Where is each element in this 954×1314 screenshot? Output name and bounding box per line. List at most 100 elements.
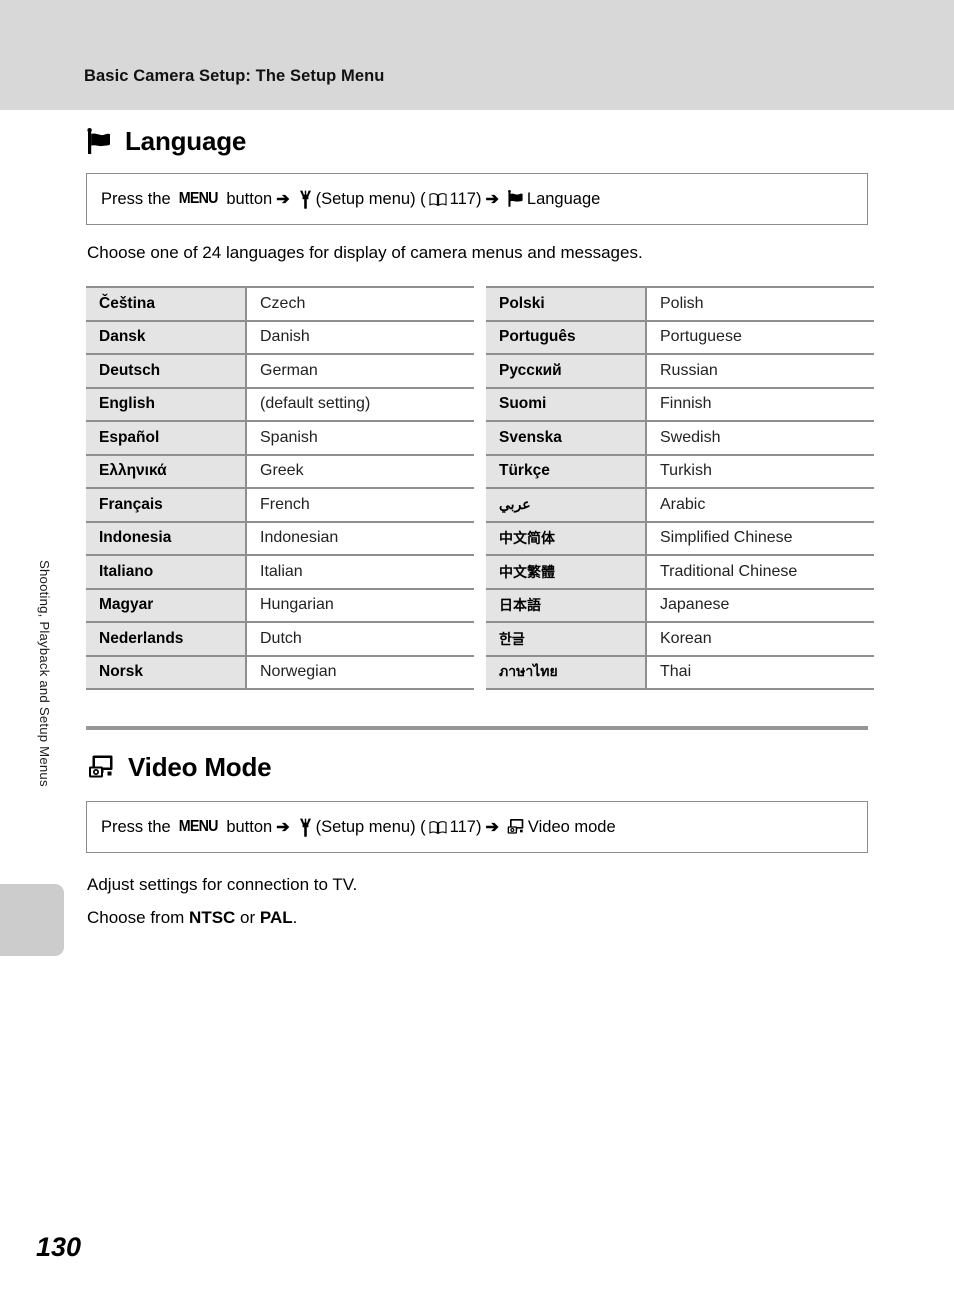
table-row: 한글 Korean bbox=[486, 621, 874, 656]
language-english-name: Czech bbox=[246, 286, 474, 321]
language-english-name: French bbox=[246, 487, 474, 522]
table-row: Español Spanish bbox=[86, 420, 474, 455]
language-native-name: 한글 bbox=[486, 621, 647, 656]
language-native-name: Nederlands bbox=[86, 621, 247, 656]
period-label: . bbox=[292, 908, 298, 927]
press-the-label: Press the bbox=[101, 189, 171, 208]
section-title-language: Language bbox=[125, 126, 247, 156]
language-english-name: Indonesian bbox=[246, 520, 474, 555]
book-icon bbox=[426, 192, 450, 207]
language-english-name: German bbox=[246, 353, 474, 388]
ref-page-number-2: 117 bbox=[449, 817, 476, 836]
language-native-name: Svenska bbox=[486, 420, 647, 455]
language-english-name: (default setting) bbox=[246, 386, 474, 421]
table-row: Français French bbox=[86, 487, 474, 522]
language-english-name: Polish bbox=[646, 286, 874, 321]
language-native-name: 日本語 bbox=[486, 587, 647, 622]
table-row: Italiano Italian bbox=[86, 554, 474, 589]
video-mode-description-line2: Choose from NTSC or PAL. bbox=[87, 908, 297, 928]
language-native-name: Polski bbox=[486, 286, 647, 321]
command-target-label-2: Video mode bbox=[527, 817, 616, 836]
table-row: Magyar Hungarian bbox=[86, 587, 474, 622]
language-native-name: Indonesia bbox=[86, 520, 247, 555]
table-row: 中文繁體 Traditional Chinese bbox=[486, 554, 874, 589]
table-row: English (default setting) bbox=[86, 386, 474, 421]
arrow-right-icon-2: ➔ bbox=[485, 191, 499, 208]
table-row: Polski Polish bbox=[486, 286, 874, 321]
language-native-name: Italiano bbox=[86, 554, 247, 589]
arrow-right-icon: ➔ bbox=[276, 191, 290, 208]
table-row: Suomi Finnish bbox=[486, 386, 874, 421]
language-english-name: Korean bbox=[646, 621, 874, 656]
language-native-name: 中文简体 bbox=[486, 520, 647, 555]
command-path-language: Press the MENU button ➔ (Setup menu) ( 1… bbox=[101, 189, 600, 209]
setup-menu-label-2: (Setup menu) bbox=[315, 817, 416, 836]
button-word-label-2: button bbox=[226, 817, 273, 836]
flag-icon bbox=[86, 127, 112, 156]
choose-from-label: Choose from bbox=[87, 908, 190, 927]
chapter-thumb-tab bbox=[0, 884, 64, 956]
menu-button-key-2: MENU bbox=[178, 818, 219, 835]
table-row: Português Portuguese bbox=[486, 319, 874, 354]
language-english-name: Hungarian bbox=[246, 587, 474, 622]
table-row: Dansk Danish bbox=[86, 319, 474, 354]
ref-page-number: 117 bbox=[449, 189, 476, 208]
language-english-name: Finnish bbox=[646, 386, 874, 421]
language-native-name: Čeština bbox=[86, 286, 247, 321]
language-english-name: Japanese bbox=[646, 587, 874, 622]
language-english-name: Arabic bbox=[646, 487, 874, 522]
command-path-box-language: Press the MENU button ➔ (Setup menu) ( 1… bbox=[86, 173, 868, 225]
language-native-name: Русский bbox=[486, 353, 647, 388]
language-native-name: ภาษาไทย bbox=[486, 654, 647, 690]
language-native-name: Ελληνικά bbox=[86, 453, 247, 488]
command-path-box-video-mode: Press the MENU button ➔ (Setup menu) ( 1… bbox=[86, 801, 868, 853]
table-row: Deutsch German bbox=[86, 353, 474, 388]
language-english-name: Portuguese bbox=[646, 319, 874, 354]
language-english-name: Greek bbox=[246, 453, 474, 488]
table-row: Türkçe Turkish bbox=[486, 453, 874, 488]
table-row: Русский Russian bbox=[486, 353, 874, 388]
menu-button-key: MENU bbox=[178, 190, 219, 207]
language-table-left: Čeština Czech Dansk Danish Deutsch German Engl… bbox=[86, 286, 474, 690]
page-number: 130 bbox=[36, 1232, 82, 1262]
section-divider bbox=[86, 726, 868, 730]
language-table-right: Polski Polish Português Portuguese Русский Ru… bbox=[486, 286, 874, 690]
language-native-name: Deutsch bbox=[86, 353, 247, 388]
language-native-name: English bbox=[86, 386, 247, 421]
language-english-name: Turkish bbox=[646, 453, 874, 488]
language-native-name: Português bbox=[486, 319, 647, 354]
book-icon-2 bbox=[426, 820, 450, 835]
section-heading-language: Language bbox=[86, 126, 246, 157]
language-english-name: Thai bbox=[646, 654, 874, 690]
table-row: 中文简体 Simplified Chinese bbox=[486, 520, 874, 555]
table-row: عربي Arabic bbox=[486, 487, 874, 522]
language-native-name: Français bbox=[86, 487, 247, 522]
flag-icon-inline bbox=[504, 190, 527, 208]
language-native-name: Norsk bbox=[86, 654, 247, 690]
language-english-name: Traditional Chinese bbox=[646, 554, 874, 589]
language-native-name: عربي bbox=[486, 487, 647, 522]
video-mode-icon bbox=[88, 754, 115, 781]
setup-menu-label: (Setup menu) bbox=[315, 189, 416, 208]
language-native-name: Magyar bbox=[86, 587, 247, 622]
language-english-name: Danish bbox=[246, 319, 474, 354]
command-path-video-mode: Press the MENU button ➔ (Setup menu) ( 1… bbox=[101, 817, 616, 837]
language-english-name: Spanish bbox=[246, 420, 474, 455]
arrow-right-icon-3: ➔ bbox=[276, 819, 290, 836]
language-native-name: Dansk bbox=[86, 319, 247, 354]
table-row: Ελληνικά Greek bbox=[86, 453, 474, 488]
button-word-label: button bbox=[226, 189, 273, 208]
table-row: Nederlands Dutch bbox=[86, 621, 474, 656]
language-english-name: Norwegian bbox=[246, 654, 474, 690]
table-row: Čeština Czech bbox=[86, 286, 474, 321]
language-english-name: Russian bbox=[646, 353, 874, 388]
language-english-name: Dutch bbox=[246, 621, 474, 656]
video-mode-icon-inline bbox=[504, 818, 528, 836]
arrow-right-icon-4: ➔ bbox=[485, 819, 499, 836]
language-english-name: Simplified Chinese bbox=[646, 520, 874, 555]
language-native-name: Español bbox=[86, 420, 247, 455]
section-title-video-mode: Video Mode bbox=[128, 752, 272, 782]
page-header-bar: Basic Camera Setup: The Setup Menu bbox=[0, 0, 954, 110]
table-row: Svenska Swedish bbox=[486, 420, 874, 455]
option-pal: PAL bbox=[259, 908, 293, 927]
